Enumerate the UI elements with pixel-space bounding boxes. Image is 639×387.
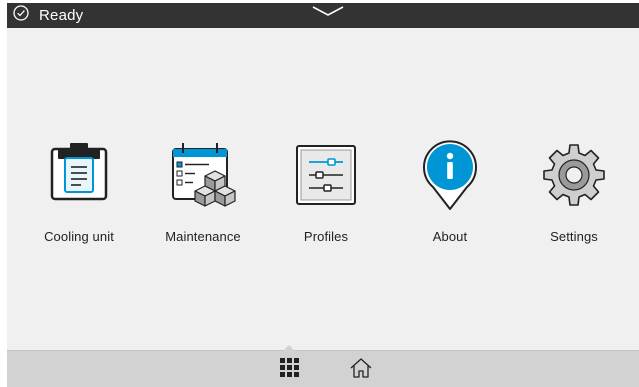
app-label: Settings — [550, 229, 598, 244]
clipboard-icon — [45, 141, 113, 209]
status-bar: Ready — [7, 3, 639, 28]
gear-icon — [540, 141, 608, 209]
selected-indicator — [283, 345, 295, 351]
home-button[interactable] — [349, 357, 373, 384]
app-label: Maintenance — [165, 229, 241, 244]
info-pin-icon — [416, 140, 484, 210]
calendar-cubes-icon — [169, 141, 237, 209]
app-maintenance[interactable]: Maintenance — [148, 141, 258, 251]
status-indicator[interactable]: Ready — [13, 3, 83, 28]
app-settings[interactable]: Settings — [519, 141, 629, 251]
home-icon — [350, 357, 372, 384]
grid-icon — [279, 358, 299, 382]
app-profiles[interactable]: Profiles — [271, 141, 381, 251]
app-label: About — [432, 229, 468, 244]
app-label: Cooling unit — [44, 229, 114, 244]
check-circle-icon — [13, 5, 29, 26]
app-about[interactable]: About — [395, 140, 505, 251]
app-cooling-unit[interactable]: Cooling unit — [24, 141, 134, 251]
app-label: Profiles — [303, 229, 349, 244]
device-screen: Ready Cooling unit Maintenance Profiles … — [7, 3, 639, 387]
pulldown-button[interactable] — [309, 3, 347, 23]
status-text: Ready — [39, 7, 84, 24]
app-launcher: Cooling unit Maintenance Profiles About … — [7, 140, 639, 251]
chevron-down-icon — [311, 4, 345, 23]
apps-button[interactable] — [277, 358, 301, 382]
sliders-icon — [292, 141, 360, 209]
bottom-bar — [7, 345, 639, 387]
